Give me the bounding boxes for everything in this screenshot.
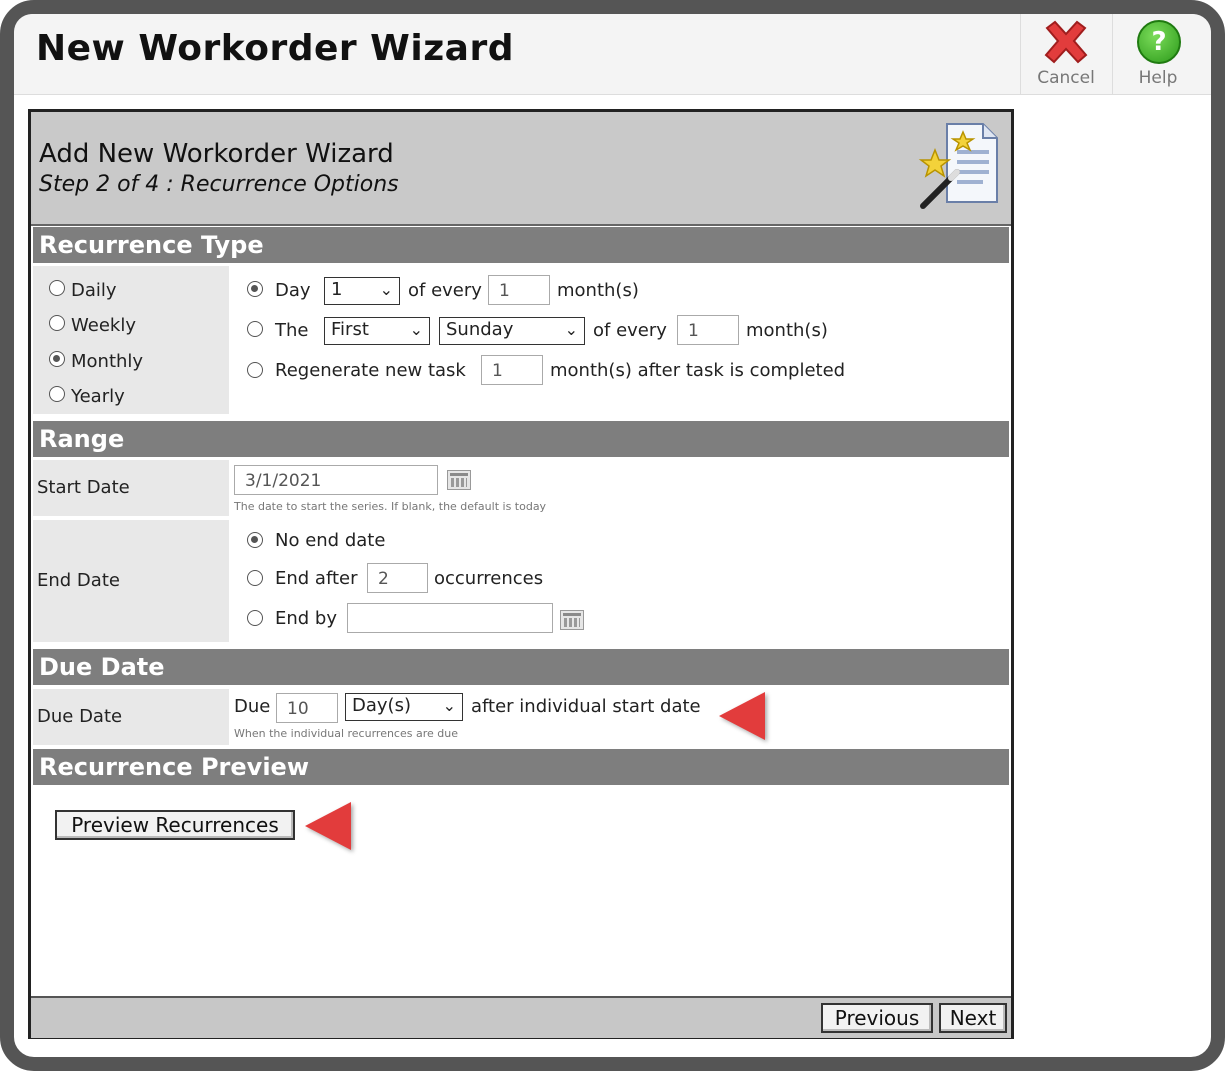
start-date-label: Start Date bbox=[33, 460, 229, 516]
regenerate-months-input[interactable]: 1 bbox=[481, 355, 543, 385]
radio-monthly-label: Monthly bbox=[71, 351, 144, 372]
recurrence-preview-header: Recurrence Preview bbox=[33, 749, 1009, 785]
day-every-months-input[interactable]: 1 bbox=[488, 275, 550, 305]
occurrences-label: occurrences bbox=[434, 568, 544, 589]
radio-monthly[interactable] bbox=[49, 351, 65, 367]
annotation-arrow-due bbox=[719, 692, 765, 740]
due-unit-select[interactable]: Day(s) ⌄ bbox=[345, 693, 463, 721]
wizard-header: Add New Workorder Wizard Step 2 of 4 : R… bbox=[31, 112, 1011, 226]
radio-daily[interactable] bbox=[49, 280, 65, 296]
chevron-down-icon: ⌄ bbox=[409, 320, 423, 339]
radio-weekly-label: Weekly bbox=[71, 315, 136, 336]
calendar-icon[interactable] bbox=[447, 470, 471, 490]
day-select-value: 1 bbox=[331, 279, 343, 300]
help-question-icon: ? bbox=[1137, 20, 1181, 64]
radio-no-end-date[interactable] bbox=[247, 532, 263, 548]
recurrence-type-header: Recurrence Type bbox=[33, 227, 1009, 263]
due-unit-select-value: Day(s) bbox=[352, 695, 411, 716]
no-end-date-label: No end date bbox=[275, 530, 386, 551]
due-date-label: Due Date bbox=[33, 689, 229, 745]
radio-regenerate[interactable] bbox=[247, 362, 263, 378]
day-of-month-label: Day bbox=[275, 280, 311, 301]
cancel-button[interactable]: Cancel bbox=[1020, 14, 1111, 94]
months-label: month(s) bbox=[746, 320, 828, 341]
weekday-select[interactable]: Sunday ⌄ bbox=[439, 317, 585, 345]
due-prefix-label: Due bbox=[234, 696, 271, 717]
due-suffix-label: after individual start date bbox=[471, 696, 701, 717]
magic-wand-document-icon bbox=[918, 123, 998, 209]
ordinal-select[interactable]: First ⌄ bbox=[324, 317, 430, 345]
end-date-label: End Date bbox=[33, 520, 229, 642]
preview-recurrences-button[interactable]: Preview Recurrences bbox=[55, 810, 295, 840]
end-after-label: End after bbox=[275, 568, 358, 589]
the-label: The bbox=[275, 320, 309, 341]
weekday-every-months-input[interactable]: 1 bbox=[677, 315, 739, 345]
end-after-occurrences-input[interactable]: 2 bbox=[367, 563, 428, 593]
help-button[interactable]: ? Help bbox=[1112, 14, 1203, 94]
end-by-label: End by bbox=[275, 608, 338, 629]
annotation-arrow-preview bbox=[305, 802, 351, 850]
calendar-icon[interactable] bbox=[560, 610, 584, 630]
chevron-down-icon: ⌄ bbox=[564, 320, 578, 339]
radio-yearly-label: Yearly bbox=[71, 386, 125, 407]
cancel-label: Cancel bbox=[1037, 68, 1095, 88]
wizard-step: Step 2 of 4 : Recurrence Options bbox=[39, 172, 399, 197]
radio-weekly[interactable] bbox=[49, 315, 65, 331]
chevron-down-icon: ⌄ bbox=[442, 696, 456, 715]
start-date-input[interactable]: 3/1/2021 bbox=[234, 465, 438, 495]
radio-end-by[interactable] bbox=[247, 610, 263, 626]
wizard-footer: Previous Next bbox=[31, 996, 1011, 1038]
weekday-select-value: Sunday bbox=[446, 319, 514, 340]
of-every-label: of every bbox=[408, 280, 482, 301]
end-by-date-input[interactable] bbox=[347, 603, 553, 633]
page-title: New Workorder Wizard bbox=[36, 28, 514, 69]
radio-the-weekday[interactable] bbox=[247, 321, 263, 337]
radio-yearly[interactable] bbox=[49, 386, 65, 402]
regenerate-suffix-label: month(s) after task is completed bbox=[550, 360, 846, 381]
start-date-hint: The date to start the series. If blank, … bbox=[234, 500, 547, 513]
top-toolbar: New Workorder Wizard Cancel ? Help bbox=[14, 14, 1211, 95]
due-value-input[interactable]: 10 bbox=[276, 693, 338, 723]
due-date-hint: When the individual recurrences are due bbox=[234, 727, 458, 740]
wizard-panel: Add New Workorder Wizard Step 2 of 4 : R… bbox=[28, 109, 1014, 1039]
ordinal-select-value: First bbox=[331, 319, 369, 340]
of-every-label: of every bbox=[593, 320, 667, 341]
regenerate-label: Regenerate new task bbox=[275, 360, 466, 381]
due-date-header: Due Date bbox=[33, 649, 1009, 685]
radio-day-of-month[interactable] bbox=[247, 281, 263, 297]
recurrence-type-options: Daily Weekly Monthly Yearly bbox=[33, 266, 229, 414]
cancel-x-icon bbox=[1044, 20, 1088, 64]
help-label: Help bbox=[1138, 68, 1178, 88]
chevron-down-icon: ⌄ bbox=[379, 280, 393, 299]
radio-daily-label: Daily bbox=[71, 280, 117, 301]
range-header: Range bbox=[33, 421, 1009, 457]
wizard-title: Add New Workorder Wizard bbox=[39, 139, 394, 169]
next-button[interactable]: Next bbox=[939, 1003, 1007, 1033]
months-label: month(s) bbox=[557, 280, 639, 301]
radio-end-after[interactable] bbox=[247, 570, 263, 586]
previous-button[interactable]: Previous bbox=[821, 1003, 933, 1033]
day-select[interactable]: 1 ⌄ bbox=[324, 277, 400, 305]
